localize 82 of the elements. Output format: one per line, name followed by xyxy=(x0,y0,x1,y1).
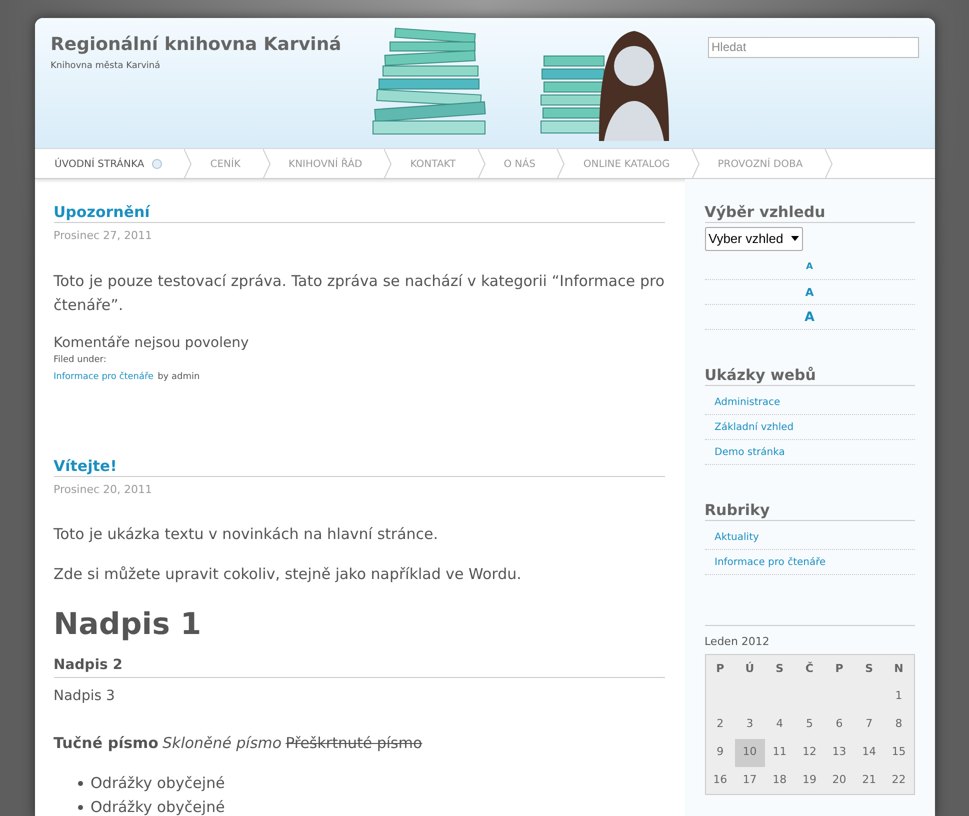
calendar-day[interactable]: 17 xyxy=(734,766,765,794)
font-size-link[interactable]: A xyxy=(704,304,914,330)
calendar-day[interactable]: 4 xyxy=(764,710,795,738)
author-text: by admin xyxy=(158,371,200,384)
caret-icon xyxy=(791,236,800,242)
chevron-icon xyxy=(384,149,392,179)
site-tagline: Knihovna města Karviná xyxy=(50,60,162,73)
calendar-day[interactable]: 10 xyxy=(734,738,765,766)
calendar-day[interactable]: 9 xyxy=(705,738,735,766)
post-title[interactable]: Upozornění xyxy=(54,203,664,223)
heading-2: Nadpis 2 xyxy=(54,655,664,678)
sidebar-link[interactable]: Informace pro čtenáře xyxy=(704,550,914,574)
font-size-link[interactable]: A xyxy=(704,280,914,304)
site-title[interactable]: Regionální knihovna Karviná xyxy=(50,34,364,56)
widget-title: Výběr vzhledu xyxy=(704,203,914,223)
post-date: Prosinec 20, 2011 xyxy=(54,482,154,498)
post-paragraph: Zde si můžete upravit cokoliv, stejně jako například ve Wordu. xyxy=(54,564,522,585)
font-size-link[interactable]: A xyxy=(704,254,914,280)
calendar-day[interactable]: 1 xyxy=(884,682,914,710)
nav-tab[interactable]: CENÍK xyxy=(192,149,271,179)
calendar-day[interactable]: 19 xyxy=(794,766,824,794)
weekday-label: Č xyxy=(794,654,824,682)
formatted-text: Tučné písmo xyxy=(54,733,158,754)
weekday-label: S xyxy=(764,654,795,682)
calendar-day[interactable]: 5 xyxy=(794,710,824,738)
bullet-icon xyxy=(78,780,82,786)
heading-3: Nadpis 3 xyxy=(54,687,116,706)
calendar-day[interactable]: 11 xyxy=(764,738,795,766)
calendar-day[interactable]: 12 xyxy=(794,738,824,766)
nav-tab[interactable]: KONTAKT xyxy=(392,149,486,179)
sidebar-link[interactable]: Demo stránka xyxy=(704,440,914,464)
chevron-icon xyxy=(262,149,271,179)
calendar-day[interactable]: 20 xyxy=(824,766,854,794)
chevron-icon xyxy=(478,149,486,179)
chevron-icon xyxy=(557,149,566,179)
post-paragraph: Toto je pouze testovací zpráva. Tato zpráva se nachází v kategorii “Informace pro čtenáře”. xyxy=(54,270,664,316)
category-link[interactable]: Informace pro čtenáře xyxy=(54,371,154,384)
weekday-label: N xyxy=(884,654,914,682)
calendar-day[interactable]: 14 xyxy=(854,738,884,766)
widget-title: Ukázky webů xyxy=(704,366,914,386)
heading-1: Nadpis 1 xyxy=(54,606,202,644)
calendar-day[interactable]: 22 xyxy=(884,766,914,794)
post-title[interactable]: Vítejte! xyxy=(54,456,664,476)
weekday-label: P xyxy=(824,654,854,682)
weekday-label: P xyxy=(705,654,735,682)
post-date: Prosinec 27, 2011 xyxy=(54,228,154,244)
calendar-day[interactable]: 6 xyxy=(824,710,854,738)
calendar-day[interactable]: 2 xyxy=(705,710,735,738)
nav-tab[interactable]: ONLINE KATALOG xyxy=(565,149,700,179)
chevron-icon xyxy=(692,149,700,179)
widget-title: Rubriky xyxy=(704,500,914,520)
comments-note: Komentáře nejsou povoleny xyxy=(54,334,250,352)
post-paragraph: Toto je ukázka textu v novinkách na hlavní stránce. xyxy=(54,524,440,545)
calendar-day[interactable]: 3 xyxy=(734,710,765,738)
active-dot-icon xyxy=(152,159,162,169)
bullet-icon xyxy=(78,804,82,810)
calendar-day[interactable]: 13 xyxy=(824,738,854,766)
chevron-icon xyxy=(824,149,833,179)
chevron-icon xyxy=(184,149,192,179)
calendar-caption: Leden 2012 xyxy=(704,634,770,650)
nav-tab[interactable]: PROVOZNÍ DOBA xyxy=(700,149,833,179)
search-field[interactable]: Hledat xyxy=(708,36,918,58)
calendar-day[interactable]: 16 xyxy=(705,766,735,794)
formatted-text: Přeškrtnuté písmo xyxy=(286,733,422,754)
calendar-day[interactable]: 15 xyxy=(884,738,914,766)
weekday-label: Ú xyxy=(734,654,765,682)
bullet-item: Odrážky obyčejné xyxy=(90,773,225,794)
sidebar-link[interactable]: Aktuality xyxy=(704,524,914,550)
calendar-day[interactable]: 7 xyxy=(854,710,884,738)
sidebar-link[interactable]: Základní vzhled xyxy=(704,414,914,440)
calendar-day[interactable]: 21 xyxy=(854,766,884,794)
nav-tab[interactable]: KNIHOVNÍ ŘÁD xyxy=(270,149,392,179)
calendar-day[interactable]: 18 xyxy=(764,766,795,794)
nav-tab[interactable]: O NÁS xyxy=(486,149,566,179)
weekday-label: S xyxy=(854,654,884,682)
formatted-text: Skloněné písmo xyxy=(162,733,282,754)
bullet-item: Odrážky obyčejné xyxy=(90,797,225,816)
filed-under-label: Filed under: xyxy=(54,354,108,366)
calendar-day[interactable]: 8 xyxy=(884,710,914,738)
nav-tab[interactable]: ÚVODNÍ STRÁNKA xyxy=(34,149,192,179)
theme-select[interactable]: Vyber vzhled xyxy=(704,227,804,250)
sidebar-link[interactable]: Administrace xyxy=(704,390,914,414)
